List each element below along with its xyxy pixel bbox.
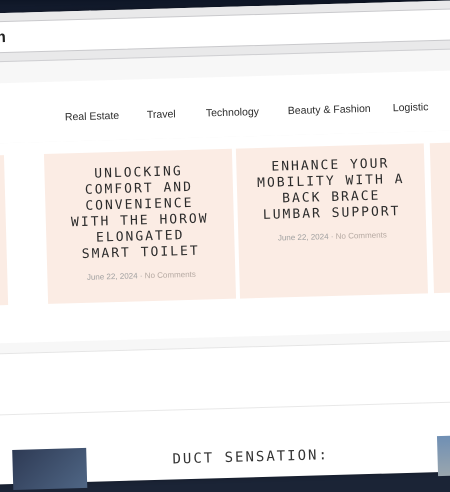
post-date[interactable]: June 22, 2024 [278,232,329,242]
post-card[interactable]: UNLOCKING COMFORT AND CONVENIENCE WITH T… [43,148,237,304]
url-text: m [0,29,7,47]
featured-section: DUCT SENSATION: [0,339,450,490]
post-date[interactable]: June 22, 2024 [87,271,138,281]
featured-post-heading[interactable]: DUCT SENSATION: [172,447,329,467]
post-carousel: ID P S UNLOCKING COMFORT AND CONVENIENCE… [0,129,450,344]
nav-item-logistic[interactable]: Logistic [393,101,429,114]
post-card[interactable] [429,141,450,294]
post-title[interactable]: ID P S [0,155,6,231]
nav-item-travel[interactable]: Travel [147,108,176,121]
address-bar[interactable]: m [0,7,450,55]
post-title[interactable]: UNLOCKING COMFORT AND CONVENIENCE WITH T… [44,149,235,264]
post-comments-link[interactable]: No Comments [336,230,387,240]
section-divider [0,400,450,416]
post-meta: June 22, 2024 · No Comments [86,269,196,282]
post-title[interactable]: ENHANCE YOUR MOBILITY WITH A BACK BRACE … [236,143,426,224]
post-card[interactable]: ID P S [0,155,9,307]
post-card[interactable]: ENHANCE YOUR MOBILITY WITH A BACK BRACE … [235,143,428,299]
post-thumbnail[interactable] [12,447,88,490]
post-meta: June 22, 2024 · No Comments [277,230,387,243]
nav-item-beauty-fashion[interactable]: Beauty & Fashion [288,103,371,117]
nav-item-technology[interactable]: Technology [206,106,259,119]
post-comments-link[interactable]: No Comments [145,270,196,280]
nav-item-real-estate[interactable]: Real Estate [65,110,120,124]
post-thumbnail[interactable] [436,435,450,477]
browser-window: m Real Estate Travel Technology Beauty &… [0,0,450,490]
